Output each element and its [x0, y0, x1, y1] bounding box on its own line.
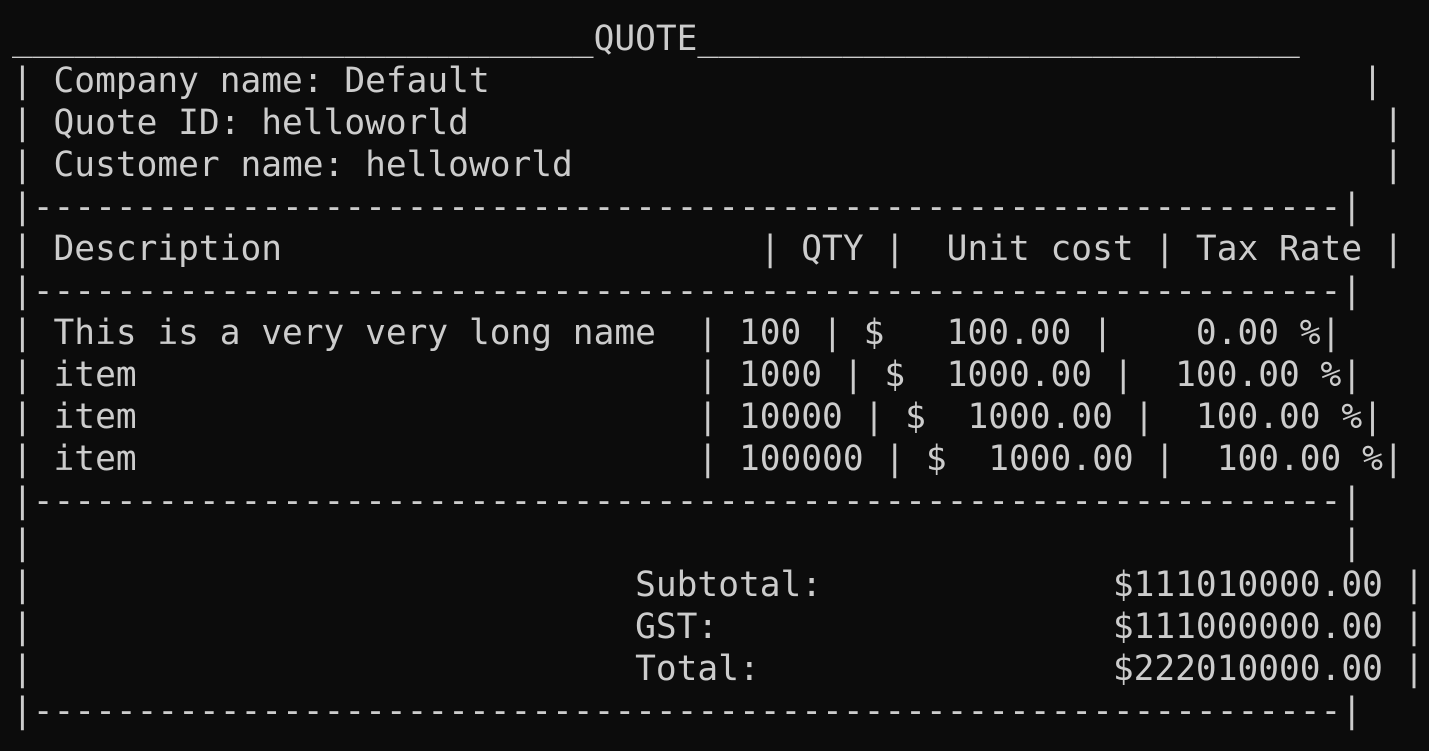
quote-title-line: ____________________________QUOTE_______…	[12, 19, 1300, 59]
separator-line: |---------------------------------------…	[12, 691, 1363, 731]
blank-line: | |	[12, 523, 1363, 563]
terminal-window: ____________________________QUOTE_______…	[0, 0, 1429, 751]
separator-line: |---------------------------------------…	[12, 187, 1363, 227]
gst-line: | GST: $111000000.00 |	[12, 607, 1425, 647]
table-row: | item | 10000 | $ 1000.00 | 100.00 %|	[12, 397, 1383, 437]
quote-id-line: | Quote ID: helloworld |	[12, 103, 1404, 143]
company-name-line: | Company name: Default |	[12, 61, 1383, 101]
subtotal-line: | Subtotal: $111010000.00 |	[12, 565, 1425, 605]
customer-name-line: | Customer name: helloworld |	[12, 145, 1404, 185]
table-row: | item | 100000 | $ 1000.00 | 100.00 %|	[12, 439, 1404, 479]
table-row: | This is a very very long name | 100 | …	[12, 313, 1342, 353]
table-header-line: | Description | QTY | Unit cost | Tax Ra…	[12, 229, 1404, 269]
separator-line: |---------------------------------------…	[12, 481, 1363, 521]
table-row: | item | 1000 | $ 1000.00 | 100.00 %|	[12, 355, 1363, 395]
separator-line: |---------------------------------------…	[12, 271, 1363, 311]
total-line: | Total: $222010000.00 |	[12, 649, 1425, 689]
